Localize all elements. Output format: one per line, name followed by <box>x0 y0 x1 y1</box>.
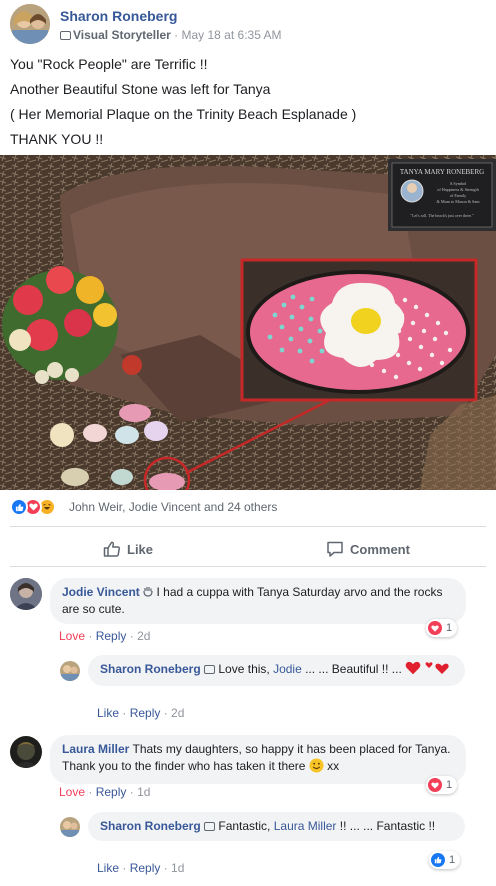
visual-storyteller-badge[interactable]: Visual Storyteller <box>60 28 171 42</box>
reply-bubble: Sharon Roneberg Fantastic, Laura Miller … <box>88 812 465 841</box>
comment-author[interactable]: Jodie Vincent <box>62 585 140 599</box>
comment-text-end: ... ... Beautiful !! ... <box>301 662 406 676</box>
commenter-avatar[interactable] <box>10 736 42 768</box>
plaque-text: of Family <box>450 193 467 198</box>
like-reaction-icon <box>431 853 445 867</box>
love-action[interactable]: Love <box>59 629 85 643</box>
comment-time[interactable]: 2d <box>137 629 150 643</box>
thumbs-up-icon <box>103 541 120 557</box>
comment-button[interactable]: Comment <box>326 536 410 562</box>
comment-text-start: Love this, <box>218 662 274 676</box>
comment-bubble: Jodie Vincent I had a cuppa with Tanya S… <box>50 578 466 624</box>
reactions-names[interactable]: John Weir, Jodie Vincent and 24 others <box>69 500 277 514</box>
post-text: You "Rock People" are Terrific !! Anothe… <box>10 52 486 152</box>
like-button[interactable]: Like <box>103 536 153 562</box>
reaction-count-value: 1 <box>446 779 453 791</box>
chat-bubble-icon <box>60 31 71 40</box>
comment-actions: Like · Reply · 2d <box>97 706 185 720</box>
hand-emoji-icon <box>143 585 153 597</box>
reaction-count-value: 1 <box>449 854 456 866</box>
memorial-plaque: TANYA MARY RONEBERG A Symbol of Happines… <box>388 159 496 231</box>
smiley-emoji-icon <box>309 758 324 778</box>
reply-bubble: Sharon Roneberg Love this, Jodie ... ...… <box>88 655 465 686</box>
replier-avatar[interactable] <box>60 661 80 681</box>
plaque-text: of Happiness & Strength <box>437 187 479 192</box>
post-timestamp[interactable]: May 18 at 6:35 AM <box>182 28 282 42</box>
comment-time[interactable]: 2d <box>171 706 184 720</box>
like-label: Like <box>127 541 154 557</box>
post-line: Another Beautiful Stone was left for Tan… <box>10 81 271 97</box>
love-reaction-icon <box>428 621 442 635</box>
chat-bubble-icon <box>204 822 216 831</box>
comment-actions: Love · Reply · 2d <box>59 629 151 643</box>
replier-avatar[interactable] <box>60 817 80 837</box>
reply-action[interactable]: Reply <box>96 629 127 643</box>
post-line: THANK YOU !! <box>10 131 104 147</box>
post-line: ( Her Memorial Plaque on the Trinity Bea… <box>10 106 357 122</box>
commenter-avatar[interactable] <box>10 578 42 610</box>
comment-time[interactable]: 1d <box>171 861 184 875</box>
comment-reaction-count[interactable]: 1 <box>426 619 458 637</box>
author-avatar[interactable] <box>10 4 50 44</box>
comment-text-end: xx <box>323 759 340 773</box>
comment-reaction-count[interactable]: 1 <box>429 851 461 869</box>
post-line: You "Rock People" are Terrific !! <box>10 56 208 72</box>
comment-label: Comment <box>350 541 410 557</box>
comment-time[interactable]: 1d <box>137 785 150 799</box>
like-action[interactable]: Like <box>97 861 119 875</box>
reply-action[interactable]: Reply <box>96 785 127 799</box>
reaction-count-value: 1 <box>446 622 453 634</box>
comment-author[interactable]: Sharon Roneberg <box>100 819 201 833</box>
heart-emoji-icon <box>405 661 421 680</box>
comment-reaction-count[interactable]: 1 <box>426 776 458 794</box>
post-meta: Visual Storyteller · May 18 at 6:35 AM <box>60 28 282 42</box>
comment-author[interactable]: Laura Miller <box>62 742 129 756</box>
zoomed-painted-rock <box>240 258 478 402</box>
comment-bubble: Laura Miller Thats my daughters, so happ… <box>50 735 466 784</box>
comment-bubble-icon <box>327 541 343 557</box>
chat-bubble-icon <box>204 665 216 674</box>
plaque-text: A Symbol <box>450 181 468 186</box>
comment-text-end: !! ... ... Fantastic !! <box>336 819 436 833</box>
love-reaction-icon <box>428 778 442 792</box>
plaque-text: & Mum to Mason & Sam <box>437 199 481 204</box>
mention-link[interactable]: Laura Miller <box>274 819 337 833</box>
comment-actions: Like · Reply · 1d <box>97 861 185 875</box>
reply-action[interactable]: Reply <box>130 706 161 720</box>
plaque-title: TANYA MARY RONEBERG <box>400 168 484 176</box>
divider <box>10 526 486 527</box>
comment-text-start: Fantastic, <box>218 819 274 833</box>
plaque-text: "Let's roll. The beach's just over there… <box>410 213 473 218</box>
love-action[interactable]: Love <box>59 785 85 799</box>
reply-action[interactable]: Reply <box>130 861 161 875</box>
like-action[interactable]: Like <box>97 706 119 720</box>
sparkling-heart-emoji-icon <box>425 661 451 680</box>
comment-actions: Love · Reply · 1d <box>59 785 151 799</box>
post-photo[interactable]: TANYA MARY RONEBERG A Symbol of Happines… <box>0 155 496 490</box>
post-author-name[interactable]: Sharon Roneberg <box>60 8 177 24</box>
divider <box>10 566 486 567</box>
like-reaction-icon <box>10 498 28 516</box>
badge-label: Visual Storyteller <box>73 28 171 42</box>
comment-author[interactable]: Sharon Roneberg <box>100 662 201 676</box>
post-header: Sharon Roneberg Visual Storyteller · May… <box>10 4 490 44</box>
meta-separator: · <box>170 28 182 42</box>
reactions-summary[interactable]: John Weir, Jodie Vincent and 24 others <box>10 496 486 518</box>
mention-link[interactable]: Jodie <box>273 662 302 676</box>
